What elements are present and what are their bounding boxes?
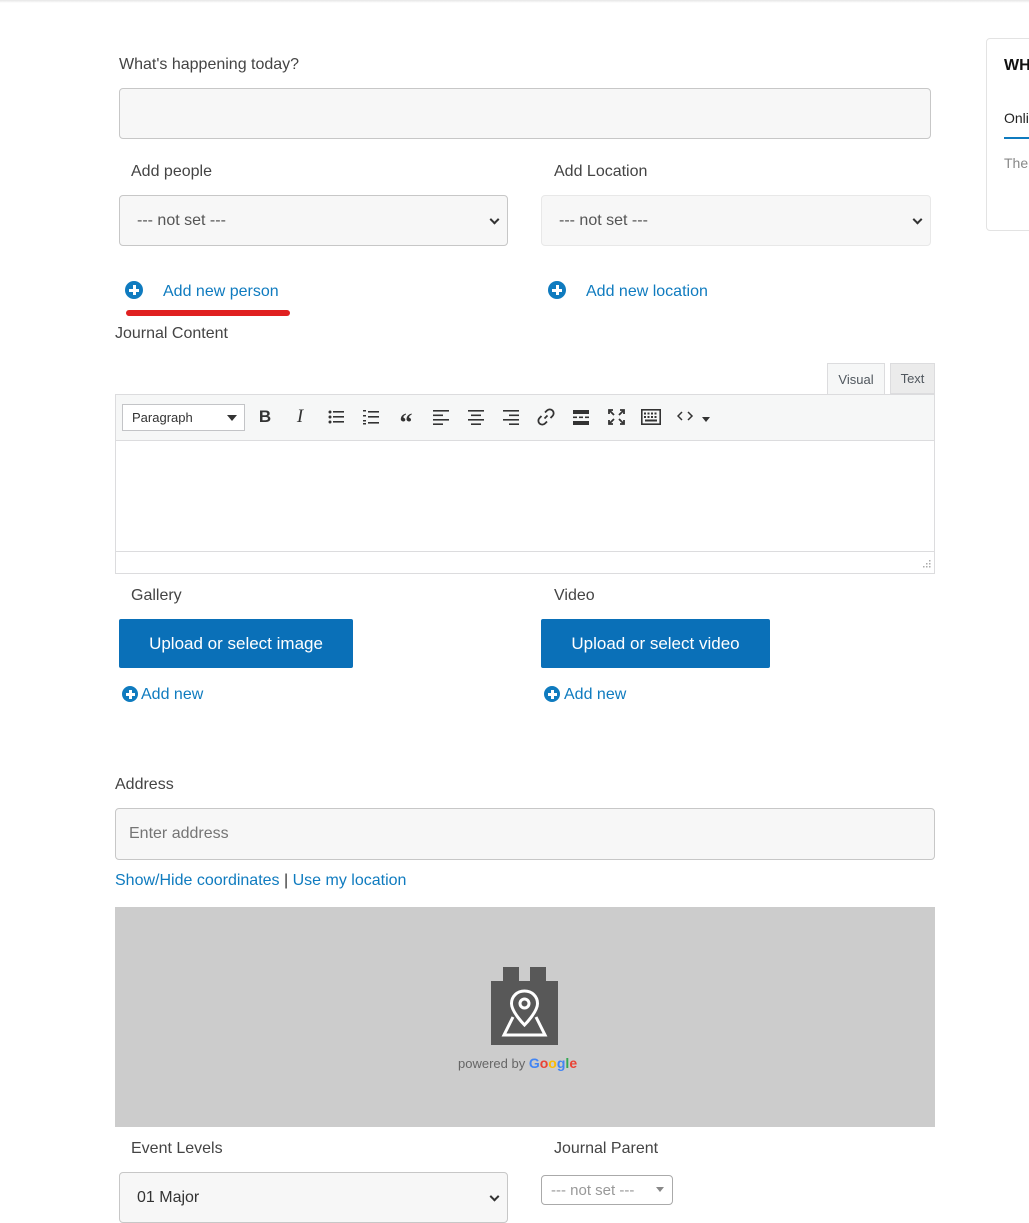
gallery-label: Gallery — [131, 587, 182, 604]
sidebar-tab[interactable]: Onli — [1004, 110, 1029, 126]
sidebar-card: WH Onli The — [986, 38, 1029, 231]
happening-label: What's happening today? — [119, 56, 300, 73]
upload-video-button[interactable]: Upload or select video — [541, 619, 770, 668]
top-shadow — [0, 0, 1029, 3]
resize-handle-icon[interactable] — [921, 560, 931, 570]
align-left-icon[interactable] — [428, 404, 454, 430]
event-levels-label: Event Levels — [131, 1140, 223, 1157]
show-hide-coordinates-link[interactable]: Show/Hide coordinates — [115, 872, 280, 889]
plus-circle-icon[interactable] — [125, 281, 143, 299]
read-more-icon[interactable] — [568, 404, 594, 430]
add-new-location-link[interactable]: Add new location — [586, 283, 708, 301]
google-logo-letter: o — [539, 1055, 549, 1071]
chevron-down-icon — [489, 1191, 500, 1202]
powered-by-text: powered by — [458, 1056, 526, 1071]
bullet-list-icon[interactable] — [323, 404, 349, 430]
address-input[interactable] — [115, 808, 935, 860]
red-underline-annotation — [126, 310, 290, 316]
code-icon[interactable] — [675, 404, 715, 430]
add-people-value: --- not set --- — [137, 211, 226, 229]
google-logo: Google — [529, 1055, 577, 1071]
video-label: Video — [554, 587, 595, 604]
add-location-value: --- not set --- — [559, 211, 648, 229]
fullscreen-icon[interactable] — [603, 404, 629, 430]
video-add-new-link[interactable]: Add new — [564, 686, 626, 704]
journal-parent-value: --- not set --- — [551, 1181, 635, 1199]
plus-circle-icon[interactable] — [548, 281, 566, 299]
plus-circle-icon[interactable] — [122, 686, 138, 702]
map-pin-icon — [491, 967, 558, 1045]
format-value: Paragraph — [132, 410, 193, 425]
sidebar-tab-underline — [1004, 137, 1029, 139]
sidebar-text: The — [1004, 155, 1029, 171]
add-people-label: Add people — [131, 163, 212, 180]
google-logo-letter: G — [528, 1055, 540, 1071]
align-right-icon[interactable] — [498, 404, 524, 430]
blockquote-icon[interactable]: “ — [393, 404, 419, 437]
address-links: Show/Hide coordinates | Use my location — [115, 872, 406, 890]
add-people-select[interactable]: --- not set --- — [119, 195, 508, 246]
map-attribution: powered by Google — [458, 1055, 577, 1071]
link-separator: | — [284, 872, 289, 889]
editor-body[interactable] — [116, 441, 934, 551]
google-logo-letter: e — [569, 1055, 578, 1071]
add-location-label: Add Location — [554, 163, 648, 180]
bold-icon[interactable]: B — [252, 404, 278, 430]
google-logo-letter: o — [548, 1055, 557, 1071]
address-label: Address — [115, 776, 174, 793]
align-center-icon[interactable] — [463, 404, 489, 430]
journal-parent-select[interactable]: --- not set --- — [541, 1175, 673, 1205]
editor-statusbar — [116, 551, 934, 573]
tab-visual[interactable]: Visual — [827, 363, 885, 395]
map-area[interactable]: powered by Google — [115, 907, 935, 1127]
upload-image-button[interactable]: Upload or select image — [119, 619, 353, 668]
numbered-list-icon[interactable] — [358, 404, 384, 430]
format-select[interactable]: Paragraph — [122, 404, 245, 431]
use-my-location-link[interactable]: Use my location — [293, 872, 407, 889]
add-new-person-link[interactable]: Add new person — [163, 283, 279, 301]
journal-content-label: Journal Content — [115, 325, 228, 342]
chevron-down-icon — [489, 214, 500, 225]
add-location-select[interactable]: --- not set --- — [541, 195, 931, 246]
plus-circle-icon[interactable] — [544, 686, 560, 702]
gallery-add-new-link[interactable]: Add new — [141, 686, 203, 704]
italic-icon[interactable]: I — [287, 404, 313, 430]
event-levels-select[interactable]: 01 Major — [119, 1172, 508, 1223]
tab-text[interactable]: Text — [890, 363, 935, 394]
caret-down-icon — [227, 415, 237, 421]
chevron-down-icon — [912, 214, 923, 225]
keyboard-icon[interactable] — [638, 404, 664, 430]
journal-parent-label: Journal Parent — [554, 1140, 659, 1157]
caret-down-icon — [656, 1187, 664, 1192]
link-icon[interactable] — [533, 404, 559, 430]
sidebar-title: WH — [1004, 57, 1029, 74]
event-levels-value: 01 Major — [137, 1188, 200, 1206]
happening-input[interactable] — [119, 88, 931, 139]
